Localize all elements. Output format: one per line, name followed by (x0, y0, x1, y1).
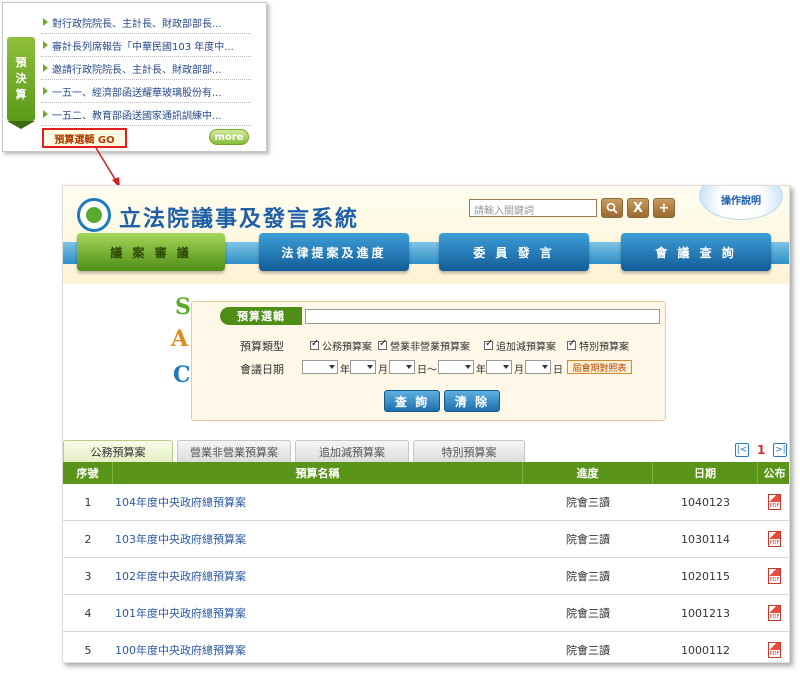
vtab-char: 決 (15, 72, 27, 85)
checkbox-icon (567, 338, 576, 350)
col-header-progress: 進度 (523, 462, 653, 484)
site-header: 立法院議事及發言系統 請輸入關鍵詞 X + 操作說明 議 案 審 議 法律提案及… (63, 186, 789, 284)
table-header: 序號 預算名稱 進度 日期 公布 (63, 462, 789, 484)
tab-supplementary-budget[interactable]: 追加減預算案 (295, 440, 409, 462)
bullet-arrow-icon (43, 64, 48, 72)
tab-business-budget[interactable]: 營業非營業預算案 (177, 440, 291, 462)
type-checkbox[interactable]: 營業非營業預算案 (378, 338, 470, 353)
end-day-select[interactable] (525, 360, 551, 374)
type-checkbox[interactable]: 公務預算案 (310, 338, 372, 353)
help-button[interactable]: 操作說明 (699, 186, 783, 220)
bullet-arrow-icon (43, 110, 48, 118)
budget-vertical-tab[interactable]: 預 決 算 (7, 37, 35, 121)
keyword-input[interactable] (305, 309, 660, 324)
current-page[interactable]: 1 (757, 443, 765, 457)
news-item[interactable]: 一五一、經濟部函送耀華玻璃股份有... (41, 80, 251, 103)
budget-news-panel: 預 決 算 對行政院院長、主計長、財政部部長... 審計長列席報告「中華民國10… (2, 2, 267, 152)
budget-link[interactable]: 102年度中央政府總預算案 (113, 568, 523, 584)
first-page-icon[interactable]: |< (735, 443, 749, 457)
col-header-name: 預算名稱 (113, 462, 523, 484)
keyword-label: 預算選輯 (220, 307, 302, 325)
tab-public-budget[interactable]: 公務預算案 (63, 440, 173, 462)
table-row: 2 103年度中央政府總預算案 院會三讀 1030114 (63, 521, 789, 558)
table-row: 3 102年度中央政府總預算案 院會三讀 1020115 (63, 558, 789, 595)
search-icon[interactable] (601, 198, 623, 218)
pdf-icon[interactable] (768, 494, 781, 510)
type-checkbox[interactable]: 特別預算案 (567, 338, 629, 353)
start-year-select[interactable] (302, 360, 338, 374)
budget-type-label: 預算類型 (240, 340, 284, 353)
budget-go-button[interactable]: 預算選輯 GO (42, 128, 127, 148)
main-window: 立法院議事及發言系統 請輸入關鍵詞 X + 操作說明 議 案 審 議 法律提案及… (62, 185, 790, 663)
start-day-select[interactable] (389, 360, 415, 374)
header-search-input[interactable]: 請輸入關鍵詞 (469, 199, 597, 217)
tab-bill-review[interactable]: 議 案 審 議 (77, 233, 225, 271)
bullet-arrow-icon (43, 87, 48, 95)
col-header-date: 日期 (653, 462, 758, 484)
budget-link[interactable]: 101年度中央政府總預算案 (113, 605, 523, 621)
pdf-icon[interactable] (768, 531, 781, 547)
tab-law-proposals[interactable]: 法律提案及進度 (259, 233, 409, 271)
table-row: 5 100年度中央政府總預算案 院會三讀 1000112 (63, 632, 789, 662)
news-item[interactable]: 對行政院院長、主計長、財政部部長... (41, 11, 251, 34)
clear-button[interactable]: 清 除 (444, 390, 500, 412)
checkbox-icon (378, 338, 387, 350)
budget-link[interactable]: 100年度中央政府總預算案 (113, 642, 523, 658)
table-row: 1 104年度中央政府總預算案 院會三讀 1040123 (63, 484, 789, 521)
news-item[interactable]: 一五二、教育部函送國家通訊訓練中... (41, 103, 251, 126)
bullet-arrow-icon (43, 18, 48, 26)
end-month-select[interactable] (486, 360, 512, 374)
type-checkbox[interactable]: 追加減預算案 (484, 338, 556, 353)
pagination: |< 1 >| (735, 443, 788, 457)
bullet-arrow-icon (43, 41, 48, 49)
pdf-icon[interactable] (768, 568, 781, 584)
news-list: 對行政院院長、主計長、財政部部長... 審計長列席報告「中華民國103 年度中.… (41, 11, 251, 126)
close-button[interactable]: X (627, 198, 649, 218)
search-panel: 預算選輯 預算類型 公務預算案 營業非營業預算案 追加減預算案 特別預算案 會議… (191, 301, 666, 421)
checkbox-icon (310, 338, 319, 350)
col-header-publish: 公布 (763, 467, 786, 480)
tab-special-budget[interactable]: 特別預算案 (413, 440, 525, 462)
pdf-icon[interactable] (768, 642, 781, 658)
checkbox-icon (484, 338, 493, 350)
vtab-char: 算 (15, 88, 27, 101)
col-header-no: 序號 (63, 462, 113, 484)
vtab-fold (7, 121, 35, 129)
vtab-char: 預 (15, 56, 27, 69)
tab-member-speeches[interactable]: 委 員 發 言 (439, 233, 589, 271)
last-page-icon[interactable]: >| (773, 443, 788, 457)
pdf-icon[interactable] (768, 605, 781, 621)
table-row: 4 101年度中央政府總預算案 院會三讀 1001213 (63, 595, 789, 632)
results-table: 序號 預算名稱 進度 日期 公布 1 104年度中央政府總預算案 院會三讀 10… (63, 462, 789, 662)
end-year-select[interactable] (438, 360, 474, 374)
meeting-date-label: 會議日期 (240, 363, 284, 376)
legislative-yuan-logo (77, 198, 111, 232)
news-item[interactable]: 邀請行政院院長、主計長、財政部部... (41, 57, 251, 80)
query-button[interactable]: 查 詢 (384, 390, 440, 412)
add-button[interactable]: + (653, 198, 675, 218)
tab-meeting-search[interactable]: 會 議 查 詢 (621, 233, 771, 271)
session-compare-button[interactable]: 屆會期對照表 (567, 360, 632, 374)
budget-link[interactable]: 103年度中央政府總預算案 (113, 531, 523, 547)
budget-link[interactable]: 104年度中央政府總預算案 (113, 494, 523, 510)
start-month-select[interactable] (350, 360, 376, 374)
news-item[interactable]: 審計長列席報告「中華民國103 年度中... (41, 34, 251, 57)
more-button[interactable]: more (209, 129, 249, 145)
main-nav: 議 案 審 議 法律提案及進度 委 員 發 言 會 議 查 詢 (63, 229, 789, 279)
